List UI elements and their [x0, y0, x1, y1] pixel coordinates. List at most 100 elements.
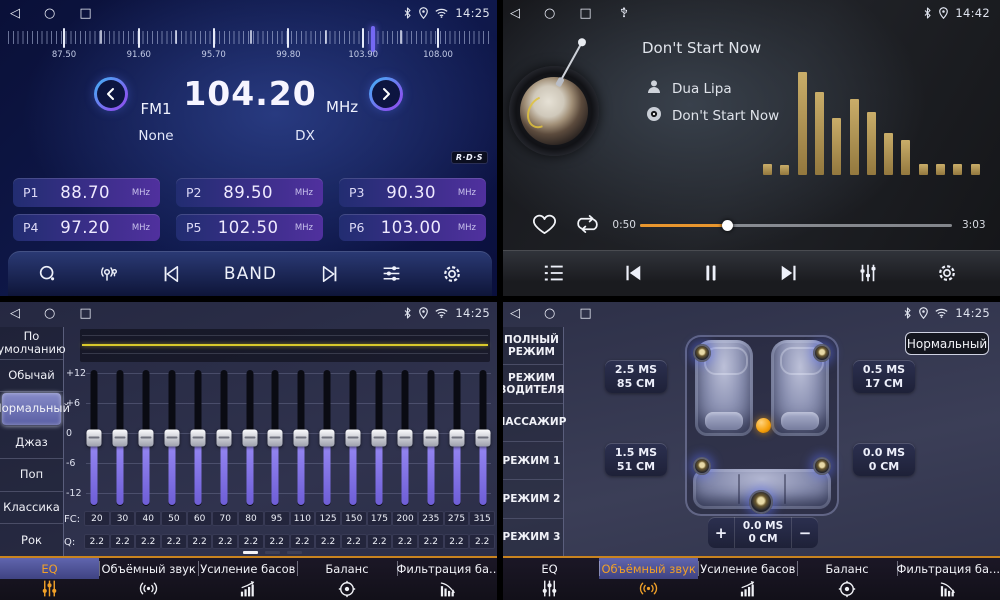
q-value-chip[interactable]: 2.2	[469, 534, 495, 549]
front-right-delay-button[interactable]: 0.5 MS 17 CM	[853, 360, 915, 393]
q-value-chip[interactable]: 2.2	[392, 534, 418, 549]
listening-mode-item[interactable]: РЕЖИМ 1	[500, 442, 563, 480]
listening-mode-item[interactable]: РЕЖИМ 3	[500, 519, 563, 556]
radio-preset-button[interactable]: P5102.50MHz	[176, 214, 323, 241]
eq-band-slider[interactable]	[293, 368, 309, 508]
slider-thumb[interactable]	[423, 430, 438, 447]
fc-value-chip[interactable]: 125	[315, 511, 341, 526]
band-button[interactable]: BAND	[218, 263, 283, 285]
rear-left-speaker-icon[interactable]	[693, 457, 711, 475]
q-value-chip[interactable]: 2.2	[84, 534, 110, 549]
q-value-chip[interactable]: 2.2	[418, 534, 444, 549]
equalizer-button[interactable]	[855, 260, 881, 286]
listening-mode-item[interactable]: ПОЛНЫЙ РЕЖИМ	[500, 327, 563, 365]
eq-preset-item[interactable]: Нормальный	[2, 393, 61, 426]
tab-filter[interactable]: Фильтрация ба...	[897, 558, 1000, 600]
eq-band-slider[interactable]	[86, 368, 102, 508]
q-value-chip[interactable]: 2.2	[444, 534, 470, 549]
slider-thumb[interactable]	[449, 430, 464, 447]
settings-button[interactable]	[934, 260, 960, 286]
eq-band-slider[interactable]	[423, 368, 439, 508]
slider-thumb[interactable]	[372, 430, 387, 447]
pause-button[interactable]	[699, 261, 723, 285]
front-right-speaker-icon[interactable]	[813, 344, 831, 362]
listening-position-marker[interactable]	[756, 418, 771, 433]
fc-value-chip[interactable]: 40	[135, 511, 161, 526]
nav-recents-icon[interactable]: □	[579, 307, 591, 320]
tune-up-button[interactable]	[369, 77, 403, 111]
nav-home-icon[interactable]: ○	[44, 7, 55, 20]
fc-value-chip[interactable]: 60	[187, 511, 213, 526]
q-value-chip[interactable]: 2.2	[212, 534, 238, 549]
tab-eq[interactable]: EQ	[500, 558, 599, 600]
listening-mode-item[interactable]: РЕЖИМ ВОДИТЕЛЯ	[500, 365, 563, 403]
previous-track-button[interactable]	[620, 261, 646, 285]
eq-band-slider[interactable]	[138, 368, 154, 508]
eq-band-slider[interactable]	[475, 368, 491, 508]
radio-preset-button[interactable]: P289.50MHz	[176, 178, 323, 207]
fc-value-chip[interactable]: 150	[341, 511, 367, 526]
q-value-chip[interactable]: 2.2	[290, 534, 316, 549]
page-dash[interactable]	[287, 551, 302, 554]
fc-value-chip[interactable]: 70	[212, 511, 238, 526]
listening-mode-item[interactable]: ПАССАЖИР	[500, 404, 563, 442]
q-value-chip[interactable]: 2.2	[315, 534, 341, 549]
delay-increase-button[interactable]: +	[708, 517, 734, 548]
tab-filter[interactable]: Фильтрация ба...	[397, 558, 501, 600]
fc-value-chip[interactable]: 30	[110, 511, 136, 526]
nav-home-icon[interactable]: ○	[44, 307, 55, 320]
radio-preset-button[interactable]: P497.20MHz	[13, 214, 160, 241]
delay-decrease-button[interactable]: −	[792, 517, 818, 548]
eq-preset-item[interactable]: Обычай	[0, 360, 63, 393]
fc-value-chip[interactable]: 50	[161, 511, 187, 526]
eq-band-slider[interactable]	[449, 368, 465, 508]
frequency-ruler[interactable]: 87.5091.6095.7099.80103.90108.00	[8, 28, 492, 62]
q-value-chip[interactable]: 2.2	[110, 534, 136, 549]
slider-thumb[interactable]	[138, 430, 153, 447]
front-left-delay-button[interactable]: 2.5 MS 85 CM	[605, 360, 667, 393]
eq-band-slider[interactable]	[164, 368, 180, 508]
tab-balance[interactable]: Баланс	[797, 558, 896, 600]
tab-balance[interactable]: Баланс	[297, 558, 396, 600]
slider-thumb[interactable]	[164, 430, 179, 447]
stations-button[interactable]	[95, 261, 123, 287]
q-value-chip[interactable]: 2.2	[341, 534, 367, 549]
eq-preset-item[interactable]: Поп	[0, 459, 63, 492]
rear-right-delay-button[interactable]: 0.0 MS 0 CM	[853, 443, 915, 476]
eq-band-slider[interactable]	[267, 368, 283, 508]
nav-recents-icon[interactable]: □	[579, 7, 591, 20]
nav-home-icon[interactable]: ○	[544, 307, 555, 320]
eq-preset-item[interactable]: Классика	[0, 492, 63, 525]
fc-value-chip[interactable]: 235	[418, 511, 444, 526]
eq-preset-item[interactable]: Рок	[0, 524, 63, 556]
page-dash[interactable]	[243, 551, 258, 554]
rear-right-speaker-icon[interactable]	[813, 457, 831, 475]
fc-value-chip[interactable]: 110	[290, 511, 316, 526]
soundfield-preset-button[interactable]: Нормальный	[905, 332, 989, 355]
tab-surround[interactable]: Объёмный звук	[99, 558, 198, 600]
eq-band-slider[interactable]	[242, 368, 258, 508]
q-value-chip[interactable]: 2.2	[135, 534, 161, 549]
slider-thumb[interactable]	[190, 430, 205, 447]
rear-left-delay-button[interactable]: 1.5 MS 51 CM	[605, 443, 667, 476]
radio-preset-button[interactable]: P188.70MHz	[13, 178, 160, 207]
nav-back-icon[interactable]: ◁	[510, 307, 520, 320]
settings-button[interactable]	[439, 261, 465, 287]
eq-band-slider[interactable]	[319, 368, 335, 508]
eq-page-indicator[interactable]	[243, 551, 302, 554]
next-station-button[interactable]	[317, 262, 343, 286]
page-dash[interactable]	[265, 551, 280, 554]
fc-value-chip[interactable]: 80	[238, 511, 264, 526]
slider-thumb[interactable]	[112, 430, 127, 447]
next-track-button[interactable]	[776, 261, 802, 285]
eq-preset-item[interactable]: Джаз	[0, 427, 63, 460]
fc-value-chip[interactable]: 95	[264, 511, 290, 526]
fc-value-chip[interactable]: 175	[367, 511, 393, 526]
nav-recents-icon[interactable]: □	[79, 7, 91, 20]
q-value-chip[interactable]: 2.2	[264, 534, 290, 549]
tab-bass-boost[interactable]: Усиление басов	[698, 558, 797, 600]
fc-value-chip[interactable]: 20	[84, 511, 110, 526]
slider-thumb[interactable]	[398, 430, 413, 447]
nav-recents-icon[interactable]: □	[79, 307, 91, 320]
slider-thumb[interactable]	[216, 430, 231, 447]
